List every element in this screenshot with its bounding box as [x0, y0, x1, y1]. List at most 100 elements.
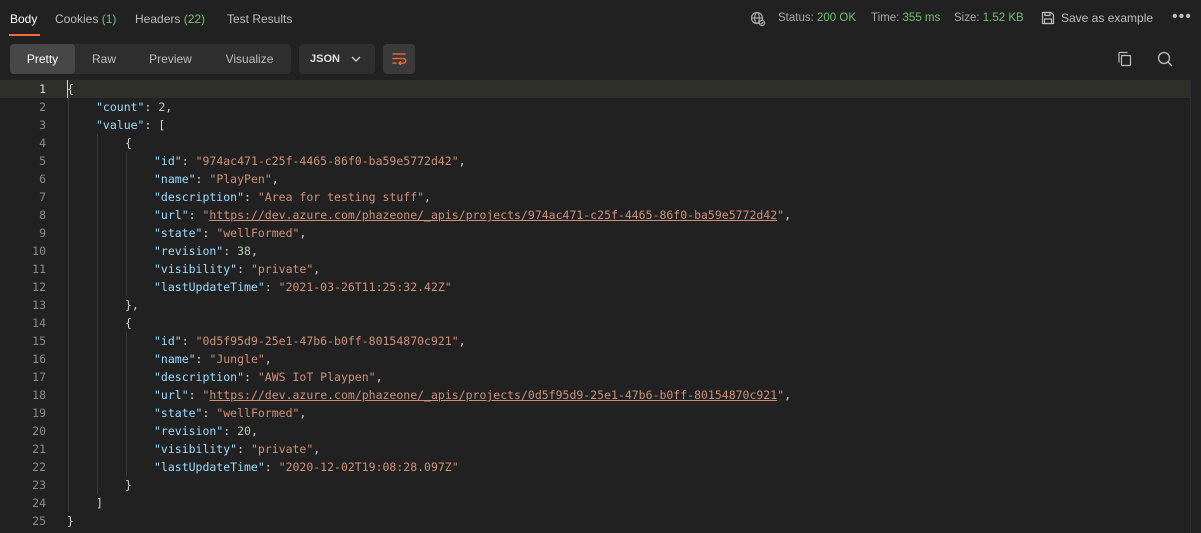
json-token: ,	[458, 154, 466, 168]
time-value[interactable]: 355 ms	[903, 12, 941, 24]
view-mode-raw[interactable]: Raw	[75, 44, 133, 74]
format-select[interactable]: JSON	[299, 44, 375, 74]
more-icon[interactable]: •••	[1172, 8, 1192, 26]
size-label: Size:	[954, 12, 980, 24]
json-token: ,	[250, 244, 258, 258]
tab-test-results[interactable]: Test Results	[227, 12, 292, 26]
json-key: "id"	[154, 154, 182, 168]
json-token: :	[244, 370, 258, 384]
json-key: "name"	[154, 352, 196, 366]
code-line: 23}	[0, 476, 1190, 494]
json-token: :	[223, 244, 238, 258]
json-token: :	[237, 442, 251, 456]
response-tab-bar: Body Cookies (1) Headers (22) Test Resul…	[0, 0, 1201, 38]
json-token: :	[195, 172, 210, 186]
json-token: "0d5f95d9-25e1-47b6-b0ff-80154870c921"	[195, 334, 459, 348]
tab-body[interactable]: Body	[10, 12, 37, 26]
tab-cookies[interactable]: Cookies (1)	[55, 12, 116, 26]
view-mode-pretty[interactable]: Pretty	[10, 44, 75, 74]
code-text: ]	[96, 494, 103, 512]
save-as-example-button[interactable]: Save as example	[1041, 11, 1153, 25]
json-token: :	[195, 352, 210, 366]
code-line: 2 "count": 2,	[0, 98, 1190, 116]
code-line: 22 "lastUpdateTime": "2020-12-02T19:08:28…	[0, 458, 1190, 476]
code-text: "count": 2,	[96, 98, 172, 116]
view-mode-selector: Pretty Raw Preview Visualize	[10, 44, 291, 74]
json-token: "2020-12-02T19:08:28.097Z"	[278, 460, 459, 474]
indent-guide	[126, 152, 127, 296]
view-mode-visualize[interactable]: Visualize	[208, 44, 291, 74]
response-body-editor[interactable]: 1{2 "count": 2, 3 "value": [4{5 "id": "974ac…	[0, 80, 1201, 533]
status-info: Status: 200 OK	[778, 12, 856, 24]
code-text: "state": "wellFormed",	[154, 224, 306, 242]
code-line: 13},	[0, 296, 1190, 314]
code-text: {	[67, 80, 74, 98]
json-token: :	[181, 154, 196, 168]
code-line: 1{	[0, 80, 1190, 98]
chevron-down-icon	[351, 56, 361, 62]
code-line: 15 "id": "0d5f95d9-25e1-47b6-b0ff-8015487…	[0, 332, 1190, 350]
json-key: "description"	[154, 190, 245, 204]
line-number: 5	[39, 154, 46, 168]
json-token: :	[223, 424, 238, 438]
json-key: "name"	[154, 172, 196, 186]
json-token: ,	[424, 190, 431, 204]
copy-icon[interactable]	[1116, 50, 1136, 70]
json-token: "2021-03-26T11:25:32.42Z"	[278, 280, 452, 294]
url-link[interactable]: https://dev.azure.com/phazeone/_apis/pro…	[209, 208, 777, 222]
size-value[interactable]: 1.52 KB	[983, 12, 1024, 24]
url-link[interactable]: https://dev.azure.com/phazeone/_apis/pro…	[209, 388, 777, 402]
json-key: "id"	[154, 334, 182, 348]
code-line: 25}	[0, 512, 1190, 530]
json-token: :	[202, 226, 217, 240]
code-text: }	[125, 476, 132, 494]
json-token: 20	[237, 424, 251, 438]
json-token: ]	[96, 496, 103, 510]
code-text: "revision": 20,	[154, 422, 258, 440]
json-token: "PlayPen"	[209, 172, 272, 186]
line-number: 16	[32, 352, 46, 366]
line-number: 24	[32, 496, 46, 510]
json-key: "visibility"	[154, 442, 238, 456]
json-key: "visibility"	[154, 262, 238, 276]
code-line: 18 "url": "https://dev.azure.com/phazeone…	[0, 386, 1190, 404]
globe-icon[interactable]	[750, 11, 766, 27]
json-token: :	[202, 406, 217, 420]
json-key: "state"	[154, 226, 203, 240]
line-number: 15	[32, 334, 46, 348]
json-token: :	[181, 334, 196, 348]
code-line: 10 "revision": 38,	[0, 242, 1190, 260]
line-number: 25	[32, 514, 46, 528]
json-token: ,	[264, 352, 272, 366]
json-token: :	[188, 388, 203, 402]
wrap-lines-button[interactable]	[383, 44, 415, 74]
code-text: "revision": 38,	[154, 242, 258, 260]
code-line: 20 "revision": 20,	[0, 422, 1190, 440]
code-line: 17 "description": "AWS IoT Playpen",	[0, 368, 1190, 386]
line-number: 2	[39, 100, 46, 114]
code-text: "description": "AWS IoT Playpen",	[154, 368, 383, 386]
json-token: :	[244, 190, 258, 204]
tab-body-label: Body	[10, 12, 38, 26]
json-token: "Jungle"	[209, 352, 265, 366]
json-token: "AWS IoT Playpen"	[257, 370, 376, 384]
status-label: Status:	[778, 12, 814, 24]
json-key: "url"	[154, 208, 189, 222]
search-icon[interactable]	[1156, 50, 1176, 70]
line-number: 19	[32, 406, 46, 420]
status-value[interactable]: 200 OK	[817, 12, 856, 24]
code-text: "visibility": "private",	[154, 440, 320, 458]
line-number: 21	[32, 442, 46, 456]
json-token: ,	[375, 370, 383, 384]
code-line: 21 "visibility": "private",	[0, 440, 1190, 458]
active-tab-indicator	[9, 34, 40, 36]
time-info: Time: 355 ms	[871, 12, 940, 24]
json-key: "description"	[154, 370, 245, 384]
json-token: "974ac471-c25f-4465-86f0-ba59e5772d42"	[195, 154, 459, 168]
code-text: "lastUpdateTime": "2021-03-26T11:25:32.4…	[154, 278, 452, 296]
view-mode-preview[interactable]: Preview	[133, 44, 208, 74]
tab-headers-label: Headers	[135, 12, 181, 26]
tab-headers[interactable]: Headers (22)	[135, 12, 205, 26]
time-label: Time:	[871, 12, 900, 24]
line-number: 4	[39, 136, 46, 150]
